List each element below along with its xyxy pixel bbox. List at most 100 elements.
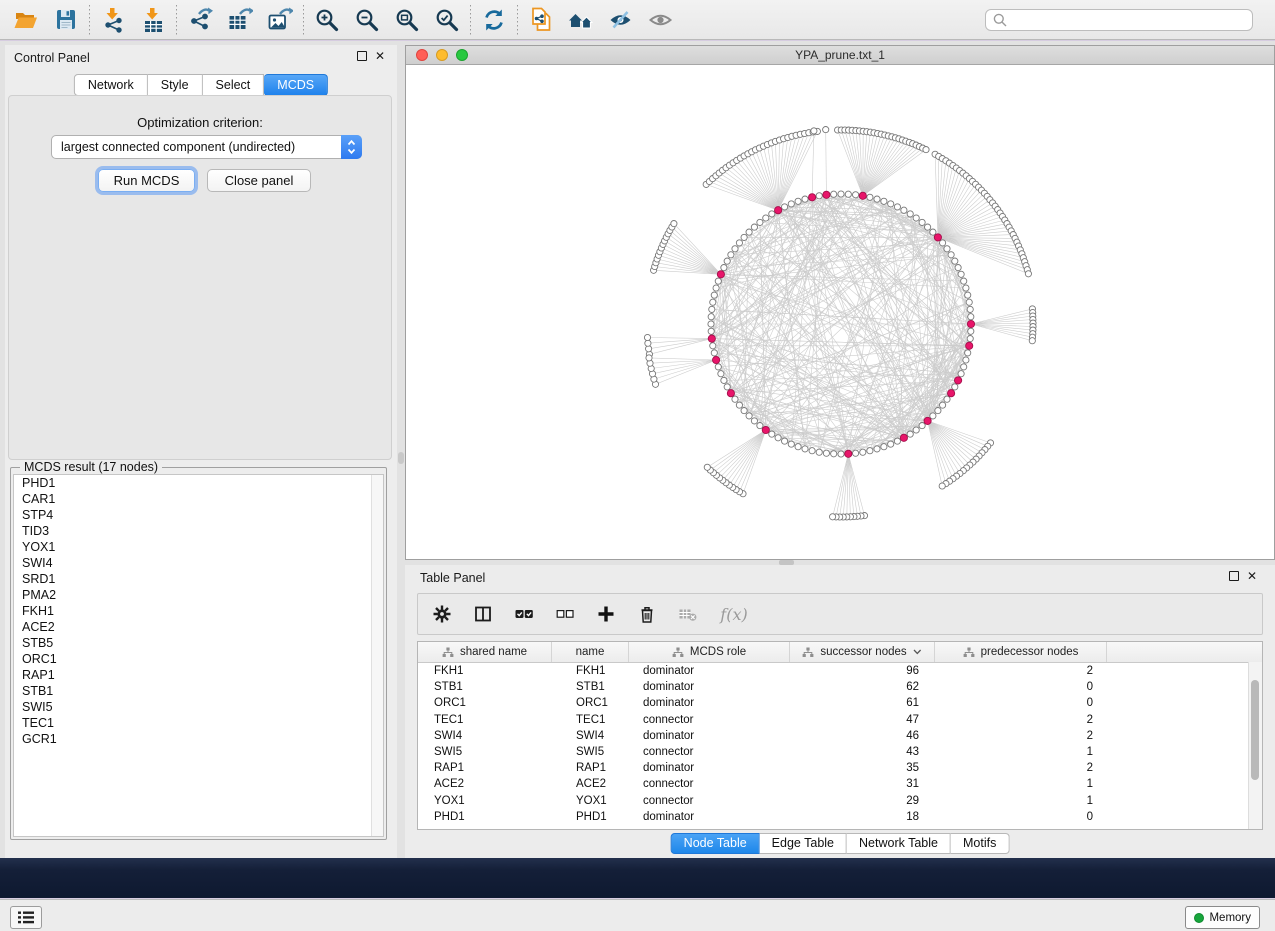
vertical-splitter[interactable] (398, 452, 404, 464)
table-row[interactable]: SWI4SWI4dominator462 (418, 728, 1262, 744)
select-stepper-icon (341, 135, 362, 159)
node-table[interactable]: shared namenameMCDS rolesuccessor nodesp… (417, 641, 1263, 830)
minimize-window-icon[interactable] (436, 49, 448, 61)
table-scrollbar[interactable] (1248, 662, 1262, 829)
table-panel-tabs: Node TableEdge TableNetwork TableMotifs (671, 833, 1010, 854)
add-column-button[interactable] (594, 602, 618, 626)
mcds-result-item[interactable]: TID3 (14, 523, 383, 539)
shared-column-icon (963, 647, 975, 658)
tab-network[interactable]: Network (74, 74, 148, 96)
mcds-result-item[interactable]: ACE2 (14, 619, 383, 635)
memory-button[interactable]: Memory (1185, 906, 1260, 929)
optimization-criterion-select[interactable]: largest connected component (undirected) (51, 135, 362, 159)
table-scrollbar-thumb[interactable] (1251, 680, 1259, 780)
deselect-all-rows-button[interactable] (553, 602, 577, 626)
mcds-result-item[interactable]: CAR1 (14, 491, 383, 507)
table-row[interactable]: ORC1ORC1dominator610 (418, 695, 1262, 711)
column-header-shared-name[interactable]: shared name (418, 642, 552, 662)
table-row[interactable]: TEC1TEC1connector472 (418, 712, 1262, 728)
mcds-result-item[interactable]: SRD1 (14, 571, 383, 587)
cell-MCDS-role: dominator (629, 728, 790, 744)
control-panel-tabs: NetworkStyleSelectMCDS (74, 74, 328, 96)
mcds-result-item[interactable]: SWI4 (14, 555, 383, 571)
network-view-window: YPA_prune.txt_1 (405, 45, 1275, 560)
select-all-rows-icon (514, 604, 534, 624)
tab-mcds[interactable]: MCDS (264, 74, 328, 96)
cell-name: SWI5 (552, 744, 629, 760)
show-all-button[interactable] (641, 3, 681, 37)
open-file-button[interactable] (6, 3, 46, 37)
delete-column-button[interactable] (635, 602, 659, 626)
save-button[interactable] (46, 3, 86, 37)
tab-select[interactable]: Select (203, 74, 265, 96)
tab-motifs[interactable]: Motifs (951, 833, 1009, 854)
panel-menu-button[interactable] (10, 906, 42, 929)
tab-edge-table[interactable]: Edge Table (760, 833, 847, 854)
table-row[interactable]: ACE2ACE2connector311 (418, 776, 1262, 792)
network-canvas[interactable] (406, 65, 1274, 559)
mcds-result-item[interactable]: STB5 (14, 635, 383, 651)
mcds-result-item[interactable]: STB1 (14, 683, 383, 699)
zoom-out-button[interactable] (347, 3, 387, 37)
tab-network-table[interactable]: Network Table (847, 833, 951, 854)
show-all-icon (648, 7, 674, 33)
search-box[interactable] (985, 9, 1253, 31)
maximize-window-icon[interactable] (456, 49, 468, 61)
duplicate-network-button[interactable] (521, 3, 561, 37)
import-table-button[interactable] (133, 3, 173, 37)
column-layout-button[interactable] (471, 602, 495, 626)
zoom-selected-button[interactable] (427, 3, 467, 37)
select-all-rows-button[interactable] (512, 602, 536, 626)
mcds-list-scrollbar[interactable] (371, 475, 383, 836)
close-window-icon[interactable] (416, 49, 428, 61)
column-header-name[interactable]: name (552, 642, 629, 662)
settings-gear-button[interactable] (430, 602, 454, 626)
mcds-result-item[interactable]: GCR1 (14, 731, 383, 747)
tab-style[interactable]: Style (148, 74, 203, 96)
table-row[interactable]: RAP1RAP1dominator352 (418, 760, 1262, 776)
search-input[interactable] (1012, 12, 1252, 28)
table-row[interactable]: PHD1PHD1dominator180 (418, 809, 1262, 825)
cell-successor-nodes: 31 (790, 776, 935, 792)
import-network-button[interactable] (93, 3, 133, 37)
float-panel-icon[interactable] (1229, 571, 1239, 581)
column-header-successor-nodes[interactable]: successor nodes (790, 642, 935, 662)
mcds-result-item[interactable]: YOX1 (14, 539, 383, 555)
zoom-in-button[interactable] (307, 3, 347, 37)
shared-column-icon (802, 647, 814, 658)
table-row[interactable]: STB1STB1dominator620 (418, 679, 1262, 695)
mcds-result-item[interactable]: STP4 (14, 507, 383, 523)
mcds-result-item[interactable]: FKH1 (14, 603, 383, 619)
mcds-result-item[interactable]: ORC1 (14, 651, 383, 667)
cell-successor-nodes: 47 (790, 712, 935, 728)
tab-node-table[interactable]: Node Table (671, 833, 760, 854)
column-header-predecessor-nodes[interactable]: predecessor nodes (935, 642, 1107, 662)
cell-shared-name: FKH1 (418, 663, 552, 679)
mcds-result-item[interactable]: PMA2 (14, 587, 383, 603)
mcds-result-item[interactable]: PHD1 (14, 475, 383, 491)
table-row[interactable]: SWI5SWI5connector431 (418, 744, 1262, 760)
refresh-button[interactable] (474, 3, 514, 37)
table-row[interactable]: YOX1YOX1connector291 (418, 793, 1262, 809)
control-panel-title: Control Panel (14, 49, 90, 67)
zoom-fit-button[interactable] (387, 3, 427, 37)
hide-selected-button[interactable] (601, 3, 641, 37)
export-image-button[interactable] (260, 3, 300, 37)
mcds-result-item[interactable]: RAP1 (14, 667, 383, 683)
export-network-button[interactable] (180, 3, 220, 37)
close-panel-button[interactable]: Close panel (207, 169, 311, 192)
cell-name: STB1 (552, 679, 629, 695)
close-panel-icon[interactable]: ✕ (1247, 571, 1257, 581)
mcds-result-item[interactable]: SWI5 (14, 699, 383, 715)
mcds-result-list[interactable]: PHD1CAR1STP4TID3YOX1SWI4SRD1PMA2FKH1ACE2… (13, 474, 384, 837)
first-neighbors-button[interactable] (561, 3, 601, 37)
mcds-result-item[interactable]: TEC1 (14, 715, 383, 731)
close-panel-icon[interactable]: ✕ (375, 51, 385, 61)
export-table-button[interactable] (220, 3, 260, 37)
table-row[interactable]: FKH1FKH1dominator962 (418, 663, 1262, 679)
run-mcds-button[interactable]: Run MCDS (98, 169, 195, 192)
float-panel-icon[interactable] (357, 51, 367, 61)
network-window-titlebar[interactable]: YPA_prune.txt_1 (406, 46, 1274, 65)
column-header-MCDS-role[interactable]: MCDS role (629, 642, 790, 662)
cell-predecessor-nodes: 0 (935, 679, 1107, 695)
